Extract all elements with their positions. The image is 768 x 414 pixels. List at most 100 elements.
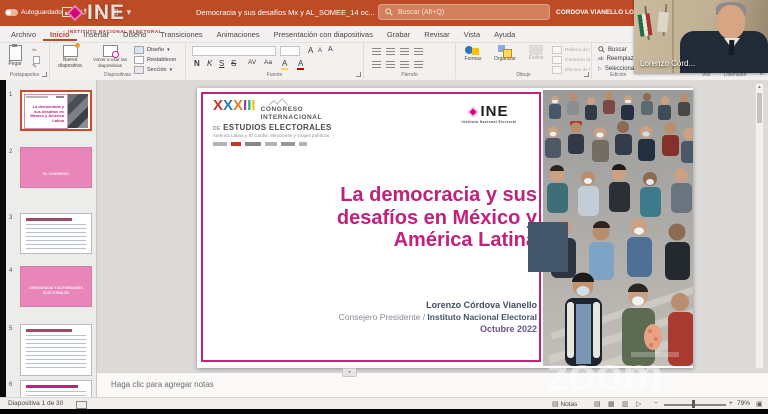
align-center-icon[interactable] [386, 61, 395, 68]
zoom-speaker-video[interactable]: Lorenzo Córd... [634, 0, 768, 73]
bullets-icon[interactable] [372, 48, 381, 55]
thumbnail-slide-3[interactable] [20, 213, 92, 254]
font-color-button[interactable]: A [298, 59, 303, 68]
numeral-letter: X [213, 97, 224, 114]
shapes-button[interactable]: Formas [458, 45, 488, 62]
tab-revisar[interactable]: Revisar [417, 28, 456, 41]
thumbnail-slide-5[interactable] [20, 324, 92, 376]
notes-splitter-handle[interactable]: ▾ [342, 368, 357, 377]
powerpoint-window: Autoguardado ↺ ↻ ⊞ ▾ Democracia y sus de… [0, 0, 768, 414]
undo-icon[interactable]: ↺ [80, 7, 88, 17]
numbering-icon[interactable] [386, 48, 395, 55]
autosave-control[interactable]: Autoguardado [5, 9, 62, 16]
scrollbar-thumb[interactable] [757, 93, 762, 123]
zoom-slider-track[interactable] [664, 404, 726, 406]
drawing-dialog-launcher-icon[interactable] [584, 72, 589, 77]
arrange-button[interactable]: Organizar [490, 45, 520, 62]
notes-toggle-button[interactable]: ▤ Notas [552, 400, 577, 408]
indent-increase-icon[interactable] [414, 48, 423, 55]
numeral-letter: X [223, 97, 234, 114]
notes-pane[interactable]: Haga clic para agregar notas [97, 372, 768, 397]
tab-vista[interactable]: Vista [457, 28, 488, 41]
grow-font-button[interactable]: A [308, 46, 313, 55]
shape-fill-button[interactable]: Relleno de forma [552, 46, 590, 54]
font-size-select[interactable] [280, 46, 300, 56]
align-left-icon[interactable] [372, 61, 381, 68]
display-settings-icon[interactable] [76, 401, 87, 409]
zoom-level[interactable]: 79% [737, 400, 750, 407]
layout-icon [134, 46, 144, 54]
font-name-select[interactable] [192, 46, 276, 56]
design-button[interactable]: Diseño ▾ [134, 46, 170, 54]
document-title[interactable]: Democracia y sus desafíos Mx y AL_SOMEE_… [196, 8, 383, 17]
zoom-out-button[interactable]: − [654, 400, 658, 407]
tab-ayuda[interactable]: Ayuda [487, 28, 522, 41]
zoom-in-button[interactable]: + [729, 400, 733, 407]
current-slide[interactable]: XXXIII CONGRESO INTERNACIONAL DE ESTUDIO… [197, 88, 693, 368]
char-spacing-button[interactable]: AV [248, 59, 256, 66]
congress-wordmark: CONGRESO INTERNACIONAL [261, 98, 323, 122]
bold-button[interactable]: N [194, 59, 200, 68]
tab-insertar[interactable]: Insertar [77, 28, 116, 41]
tab-inicio[interactable]: Inicio [43, 28, 77, 41]
partner-logo [299, 142, 307, 147]
format-painter-icon[interactable]: ✎ [32, 63, 37, 70]
find-button[interactable]: Buscar [598, 46, 627, 53]
new-slide-button[interactable]: Nueva diapositiva [54, 43, 86, 69]
font-dialog-launcher-icon[interactable] [356, 72, 361, 77]
indent-decrease-icon[interactable] [400, 48, 409, 55]
congress-line1: CONGRESO [260, 106, 304, 113]
autosave-toggle[interactable] [5, 9, 18, 16]
letterbox-left-edge [0, 80, 6, 397]
slides-group-label: Diapositivas [104, 72, 131, 78]
italic-button[interactable]: K [207, 59, 212, 68]
replace-icon: ab [598, 56, 604, 62]
quick-styles-label: Estilos [528, 55, 544, 61]
save-icon[interactable] [62, 7, 72, 17]
tab-transiciones[interactable]: Transiciones [153, 28, 209, 41]
reuse-slides-button[interactable]: Volver a usar las diapositivas [90, 45, 130, 68]
view-slide-sorter-icon[interactable]: ▦ [608, 400, 615, 408]
scroll-up-icon[interactable]: ▴ [756, 84, 763, 90]
numeral-letter: X [233, 97, 244, 114]
redo-icon[interactable]: ↻ [96, 7, 104, 17]
tab-presentacion[interactable]: Presentación con diapositivas [267, 28, 380, 41]
account-name[interactable]: CORDOVA VIANELLO LO... [556, 9, 639, 16]
tab-animaciones[interactable]: Animaciones [210, 28, 267, 41]
justify-icon[interactable] [414, 61, 423, 68]
find-label: Buscar [608, 46, 627, 53]
fit-to-window-icon[interactable]: ▣ [756, 400, 763, 408]
search-input[interactable]: Buscar (Alt+Q) [378, 4, 550, 20]
replace-button[interactable]: ab Reemplazar [598, 56, 639, 62]
thumbnail-slide-1[interactable]: La democracia y sus desafíos en México y… [20, 90, 92, 131]
align-right-icon[interactable] [400, 61, 409, 68]
shape-outline-button[interactable]: Contorno de forma [552, 56, 590, 64]
qat-more-icon[interactable]: ▾ [127, 7, 132, 17]
quick-styles-button[interactable]: Estilos [522, 45, 550, 61]
shape-fill-label: Relleno de forma [565, 47, 590, 53]
clipboard-dialog-launcher-icon[interactable] [42, 72, 47, 77]
highlight-color-button[interactable]: A [282, 59, 287, 68]
tab-archivo[interactable]: Archivo [4, 28, 43, 41]
cut-icon[interactable]: ✂ [32, 47, 37, 54]
clear-format-button[interactable]: A [328, 46, 333, 53]
thumbnail-slide-6[interactable] [20, 380, 92, 397]
tab-diseno[interactable]: Diseño [116, 28, 153, 41]
underline-button[interactable]: S [219, 59, 224, 68]
tab-grabar[interactable]: Grabar [380, 28, 417, 41]
group-clipboard: Pegar ✂ ✎ Portapapeles [0, 43, 50, 79]
view-reading-icon[interactable]: ▥ [622, 400, 629, 408]
change-case-button[interactable]: Aa [264, 59, 272, 66]
reset-button[interactable]: Restablecer [134, 56, 176, 64]
zoom-slider-thumb[interactable] [692, 400, 695, 408]
shrink-font-button[interactable]: A [318, 48, 322, 54]
canvas-scrollbar[interactable]: ▴ [755, 83, 764, 369]
strikethrough-button[interactable]: S [231, 59, 236, 68]
view-slideshow-icon[interactable]: ▷ [636, 400, 641, 408]
thumbnail-slide-4[interactable]: DEMOCRACIA Y AUTORIDADES ELECTORALES [20, 266, 92, 307]
paste-button[interactable]: Pegar [2, 44, 28, 67]
thumbnail-slide-2[interactable]: EL CONGRESO [20, 147, 92, 188]
view-normal-icon[interactable]: ▤ [594, 400, 601, 408]
start-presentation-icon[interactable]: ⊞ [111, 7, 119, 17]
paste-label: Pegar [8, 61, 22, 67]
